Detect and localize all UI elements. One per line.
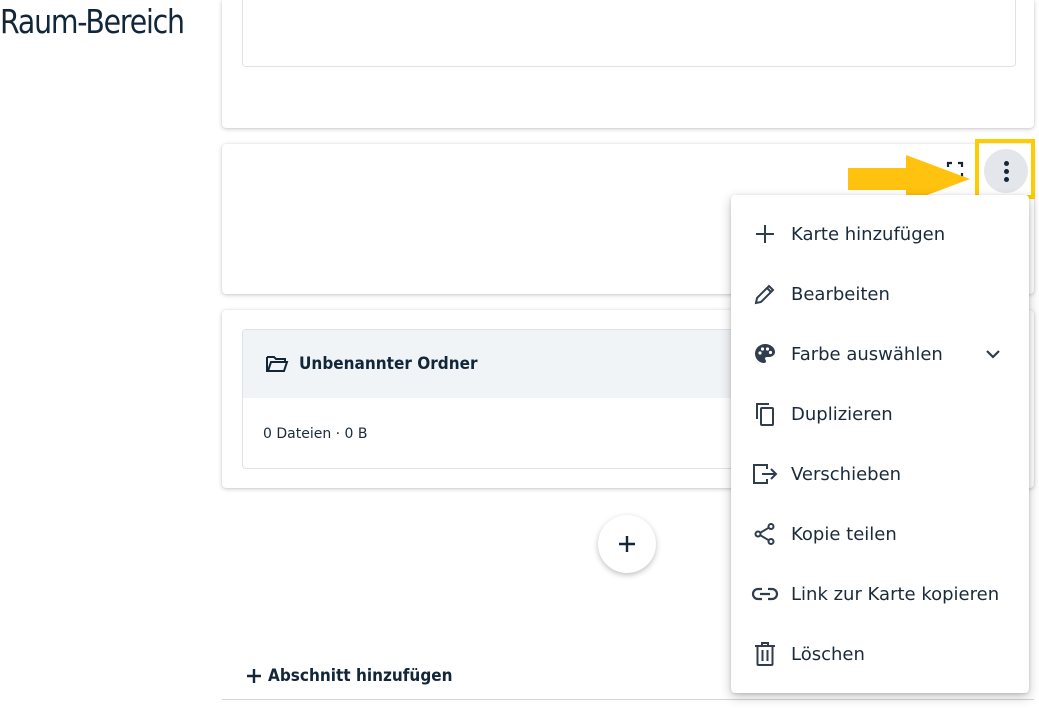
plus-icon	[751, 220, 779, 248]
divider	[222, 699, 1034, 700]
copy-icon	[751, 400, 779, 428]
menu-item-duplicate[interactable]: Duplizieren	[731, 384, 1029, 444]
plus-icon	[246, 668, 262, 684]
page-title: Raum-Bereich	[0, 2, 185, 41]
add-card-button[interactable]	[598, 515, 656, 573]
add-section-button[interactable]: Abschnitt hinzufügen	[246, 666, 473, 686]
palette-icon	[751, 340, 779, 368]
add-section-label: Abschnitt hinzufügen	[268, 666, 453, 686]
pencil-icon	[751, 280, 779, 308]
menu-item-edit[interactable]: Bearbeiten	[731, 264, 1029, 324]
menu-item-share[interactable]: Kopie teilen	[731, 504, 1029, 564]
link-icon	[751, 580, 779, 608]
card-element	[242, 0, 1016, 67]
menu-item-delete[interactable]: Löschen	[731, 624, 1029, 684]
menu-item-color[interactable]: Farbe auswählen	[731, 324, 1029, 384]
plus-icon	[617, 534, 637, 554]
folder-title: Unbenannter Ordner	[299, 354, 478, 374]
card-context-menu: Karte hinzufügen Bearbeiten Farbe auswäh…	[731, 195, 1029, 693]
move-icon	[751, 460, 779, 488]
highlight-box	[975, 139, 1035, 199]
share-icon	[751, 520, 779, 548]
card-top	[222, 0, 1034, 128]
menu-item-move[interactable]: Verschieben	[731, 444, 1029, 504]
folder-open-icon	[265, 354, 289, 374]
folder-meta: 0 Dateien · 0 B	[263, 426, 368, 442]
menu-item-copy-link[interactable]: Link zur Karte kopieren	[731, 564, 1029, 624]
chevron-down-icon	[983, 344, 1003, 364]
trash-icon	[751, 640, 779, 668]
menu-item-add-card[interactable]: Karte hinzufügen	[731, 204, 1029, 264]
